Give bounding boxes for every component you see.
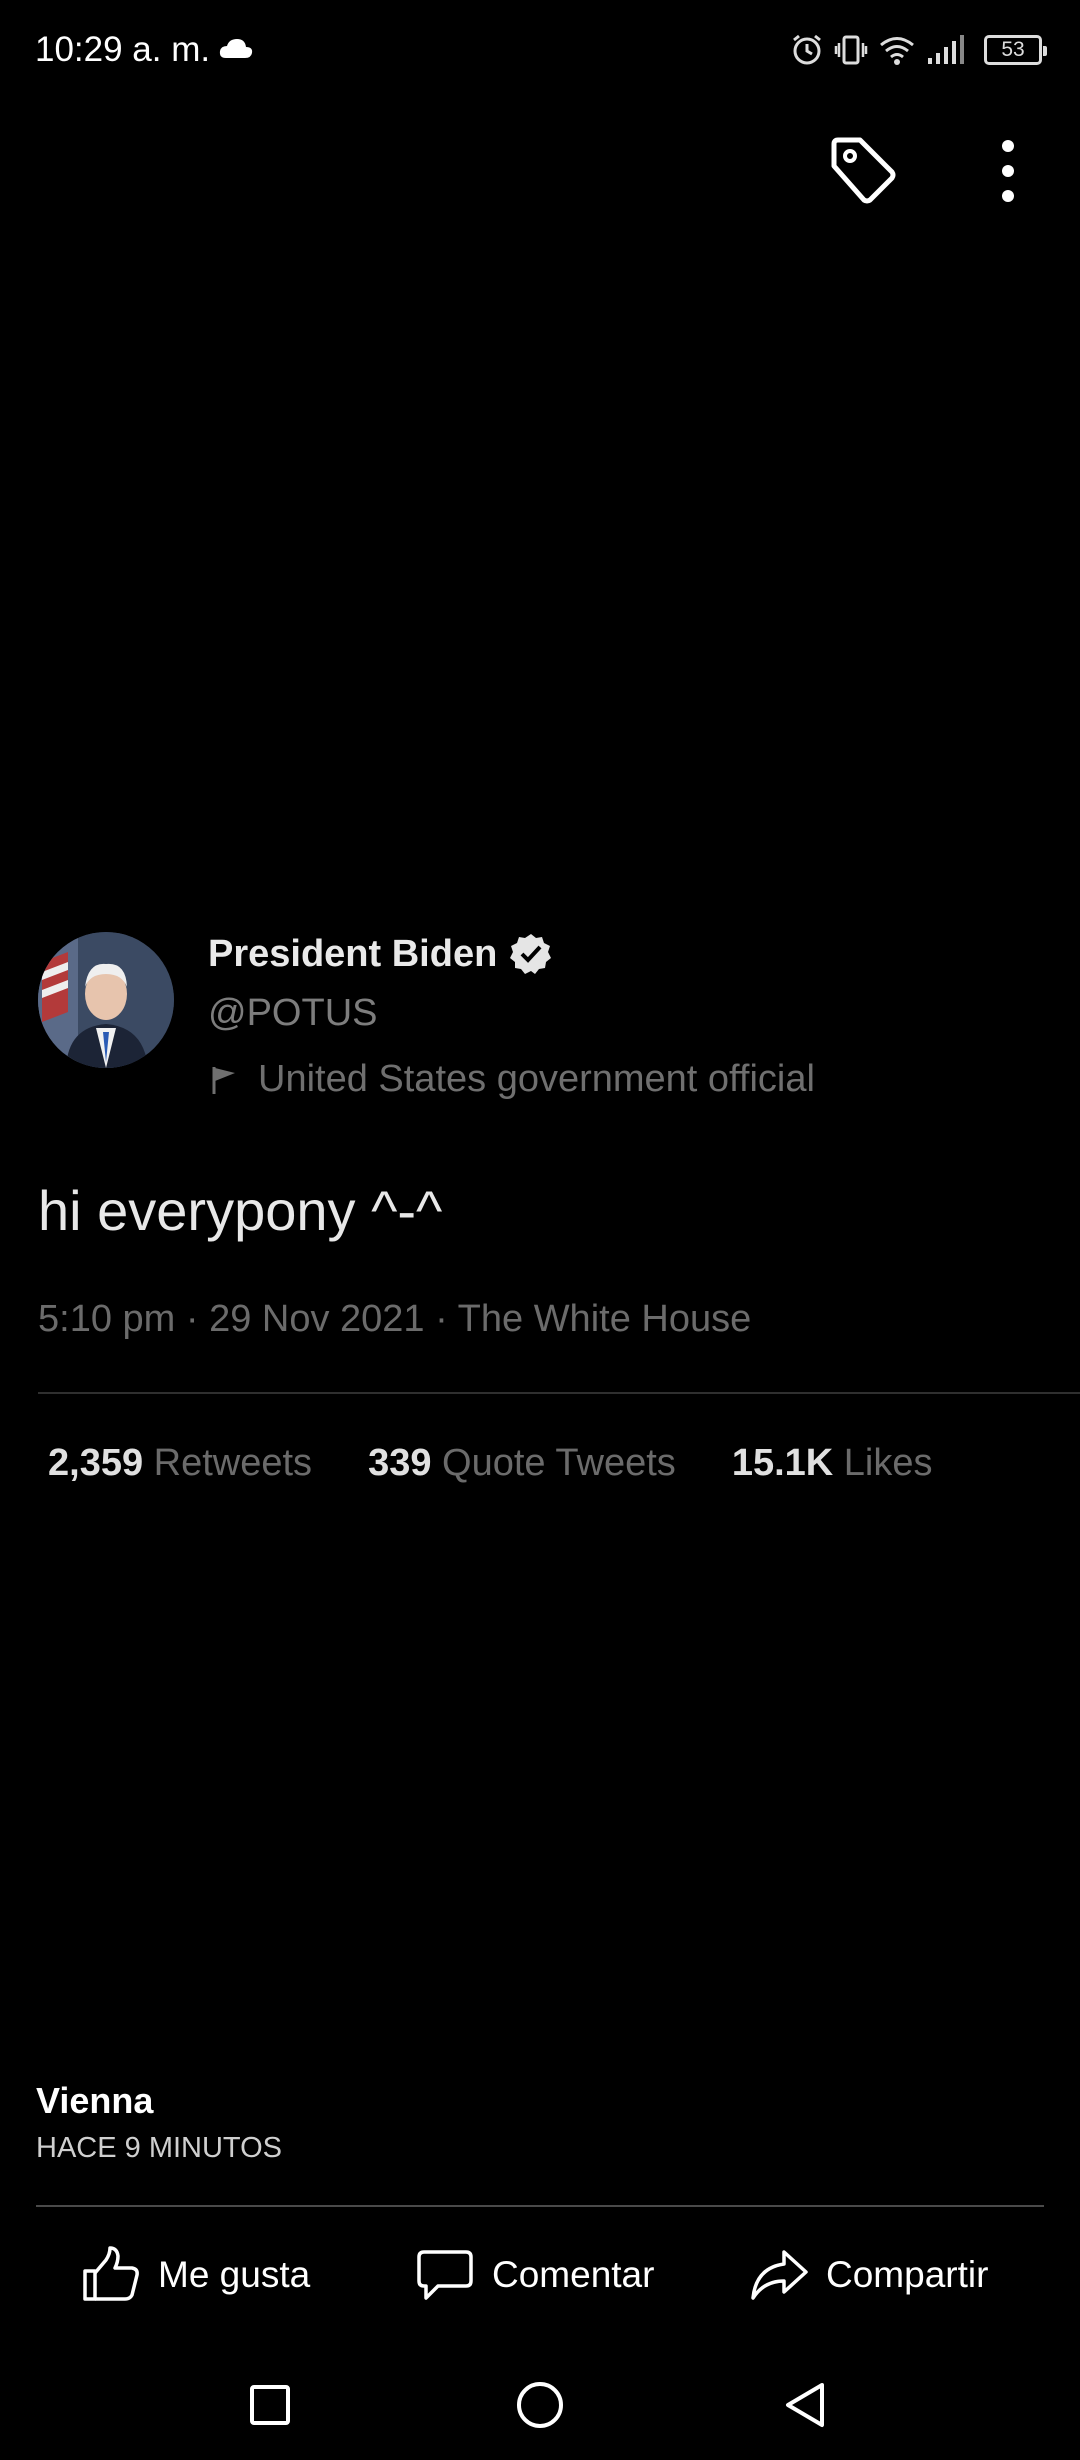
share-button[interactable]: Compartir: [748, 2230, 988, 2320]
more-vert-icon[interactable]: [990, 136, 1026, 206]
tweet-meta: 5:10 pm · 29 Nov 2021 · The White House: [38, 1298, 752, 1340]
comment-button[interactable]: Comentar: [414, 2230, 654, 2320]
avatar: [38, 932, 174, 1068]
stat-label: Quote Tweets: [442, 1442, 676, 1484]
share-label: Compartir: [826, 2254, 989, 2295]
tweet-divider: [38, 1392, 1080, 1394]
system-navigation-bar: [0, 2350, 1080, 2460]
battery-level: 53: [1001, 38, 1025, 61]
signal-icon: [928, 35, 964, 64]
tweet-label-row: United States government official: [208, 1058, 815, 1101]
stat-number: 15.1K: [731, 1442, 834, 1484]
top-actions: [0, 130, 1080, 210]
post-time: HACE 9 MINUTOS: [36, 2132, 283, 2164]
tweet-stat-retweets: 2,359 Retweets: [48, 1442, 312, 1485]
tag-icon[interactable]: [822, 130, 902, 210]
tweet-stat-quote-tweets: 339 Quote Tweets: [368, 1442, 676, 1485]
alarm-icon: [793, 34, 821, 65]
like-button[interactable]: Me gusta: [80, 2230, 310, 2320]
cloud-icon: [219, 39, 253, 58]
back-icon[interactable]: [780, 2378, 834, 2432]
stat-number: 339: [368, 1442, 432, 1484]
wifi-icon: [880, 37, 914, 65]
status-icons: 53: [790, 30, 1047, 70]
post-actions: Me gusta Comentar Compartir: [0, 2230, 1080, 2320]
stat-label: Likes: [843, 1442, 933, 1484]
comment-icon: [417, 2250, 473, 2300]
status-time: 10:29 a. m.: [35, 30, 211, 69]
status-bar: 10:29 a. m. 53: [0, 0, 1080, 100]
stat-number: 2,359: [48, 1442, 144, 1484]
flag-icon: [212, 1066, 235, 1094]
tweet-account-label: United States government official: [258, 1058, 815, 1100]
tweet-stats: 2,359 Retweets 339 Quote Tweets 15.1K Li…: [48, 1442, 933, 1485]
post-author[interactable]: Vienna: [36, 2080, 153, 2122]
tweet-handle: @POTUS: [208, 992, 378, 1034]
stat-label: Retweets: [153, 1442, 313, 1484]
post-divider: [36, 2205, 1044, 2207]
like-label: Me gusta: [158, 2254, 311, 2295]
share-icon: [751, 2250, 808, 2300]
thumbs-up-icon: [83, 2246, 139, 2301]
verified-icon: [510, 934, 552, 974]
home-icon[interactable]: [513, 2378, 567, 2432]
tweet-stat-likes: 15.1K Likes: [732, 1442, 933, 1485]
comment-label: Comentar: [492, 2254, 655, 2295]
tweet-name-row: President Biden: [208, 932, 553, 976]
recents-icon[interactable]: [243, 2378, 297, 2432]
tweet-text: hi everypony ^-^: [38, 1179, 443, 1242]
tweet-author-name: President Biden: [208, 932, 498, 975]
vibrate-icon: [834, 35, 868, 65]
tweet-image[interactable]: President Biden @POTUS United States gov…: [0, 920, 1080, 1520]
battery-icon: 53: [984, 35, 1047, 65]
